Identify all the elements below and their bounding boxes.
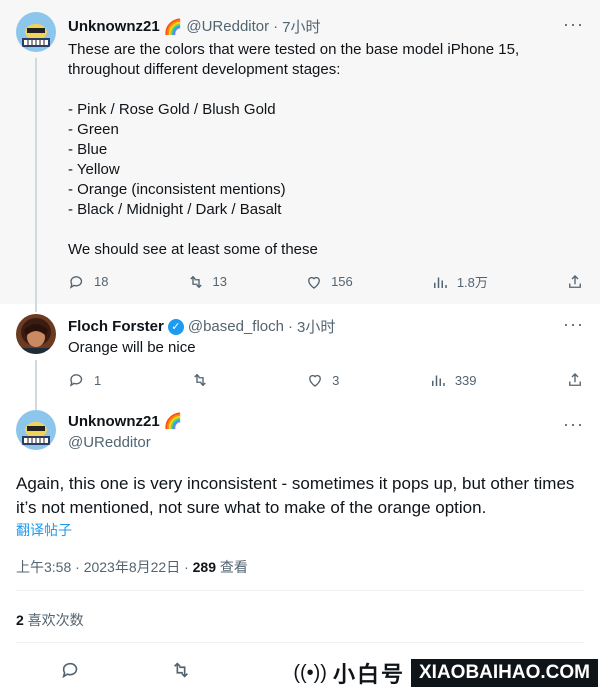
timestamp[interactable]: 上午3:58 · 2023年8月22日 ·	[16, 559, 193, 575]
author-handle[interactable]: @based_floch	[188, 318, 284, 335]
divider	[16, 642, 584, 643]
heart-icon	[309, 374, 322, 387]
retweet-icon	[189, 275, 202, 288]
thread-line	[35, 360, 37, 402]
tweet-text: Orange will be nice	[68, 339, 196, 356]
retweet-count: 13	[212, 274, 227, 289]
retweet-icon	[193, 373, 206, 387]
heart-icon	[308, 276, 320, 289]
like-label: 喜欢次数	[23, 612, 84, 628]
more-options-icon[interactable]: ···	[563, 14, 584, 35]
like-button[interactable]: 156	[305, 273, 353, 291]
verified-badge-icon: ✓	[167, 318, 184, 335]
tweet-time[interactable]: 3小时	[297, 316, 335, 337]
reply-button[interactable]: 18	[68, 273, 108, 291]
tweet-reply[interactable]: Floch Forster ✓ @based_floch · 3小时 ··· O…	[0, 304, 600, 402]
translate-post-link[interactable]: 翻译帖子	[16, 520, 72, 540]
views-chart-icon	[433, 277, 447, 288]
avatar-unknownz21[interactable]	[16, 410, 56, 450]
tweet-text: These are the colors that were tested on…	[68, 41, 520, 258]
reply-icon	[69, 374, 83, 387]
tweet-text: Again, this one is very inconsistent - s…	[16, 474, 575, 517]
tweet-original[interactable]: Unknownz21 🌈 @URedditor · 7小时 ··· These …	[0, 0, 600, 304]
author-name[interactable]: Floch Forster	[68, 318, 164, 335]
rainbow-emoji: 🌈	[163, 18, 183, 36]
more-options-icon[interactable]: ···	[563, 414, 584, 435]
view-count: 289	[192, 559, 216, 575]
reply-count: 1	[94, 372, 102, 388]
author-name-row: Unknownz21 🌈	[68, 412, 183, 431]
likes-summary[interactable]: 2 喜欢次数	[16, 610, 84, 630]
thread-line	[35, 58, 37, 304]
view-label: 查看	[216, 559, 248, 575]
retweet-button[interactable]: 13	[187, 273, 227, 291]
thread-line	[35, 304, 37, 312]
tweet-actions: 18 13 156 1.8万	[68, 272, 584, 291]
tweet-actions: 1 3 339	[68, 371, 584, 389]
tweet-header: Unknownz21 🌈 @URedditor · 7小时	[68, 16, 320, 37]
author-name[interactable]: Unknownz21	[68, 18, 160, 35]
avatar-floch[interactable]	[16, 314, 56, 354]
author-handle[interactable]: @URedditor	[68, 434, 151, 451]
tweet-time[interactable]: 7小时	[282, 16, 320, 37]
reply-button[interactable]	[60, 659, 82, 686]
thread-line	[35, 402, 37, 410]
view-count: 1.8万	[456, 275, 488, 290]
author-name[interactable]: Unknownz21	[68, 413, 160, 430]
reply-count: 18	[94, 274, 109, 289]
tweet-focused: Unknownz21 🌈 @URedditor ··· Again, this …	[0, 402, 600, 691]
share-button[interactable]	[566, 371, 584, 389]
share-button[interactable]	[566, 273, 584, 291]
share-icon	[569, 274, 581, 288]
divider	[16, 590, 584, 591]
reply-icon	[62, 662, 78, 679]
tweet-header: Floch Forster ✓ @based_floch · 3小时	[68, 316, 335, 337]
more-options-icon[interactable]: ···	[563, 314, 584, 335]
like-count: 2	[16, 612, 24, 628]
views-button[interactable]: 1.8万	[431, 272, 488, 291]
view-count: 339	[454, 372, 477, 388]
retweet-button[interactable]	[191, 371, 217, 389]
separator-dot: ·	[287, 318, 293, 335]
broadcast-icon: ((•))	[293, 661, 327, 684]
watermark-cn: 小白号	[332, 662, 405, 687]
reply-button[interactable]: 1	[68, 371, 101, 389]
like-count: 156	[331, 274, 353, 289]
like-count: 3	[332, 372, 340, 388]
watermark: ((•)) 小白号 XIAOBAIHAO.COM	[287, 655, 600, 691]
like-button[interactable]: 3	[306, 371, 339, 389]
rainbow-emoji: 🌈	[163, 413, 183, 430]
views-button[interactable]: 339	[429, 371, 477, 389]
reply-icon	[69, 275, 83, 289]
views-chart-icon	[431, 375, 445, 386]
author-handle[interactable]: @URedditor	[186, 18, 269, 35]
watermark-en: XIAOBAIHAO.COM	[411, 659, 598, 687]
retweet-icon	[173, 662, 189, 678]
share-icon	[569, 373, 581, 386]
tweet-meta: 上午3:58 · 2023年8月22日 · 289 查看	[16, 557, 248, 577]
avatar-unknownz21[interactable]	[16, 12, 56, 52]
retweet-button[interactable]	[170, 659, 192, 686]
separator-dot: ·	[273, 18, 279, 35]
